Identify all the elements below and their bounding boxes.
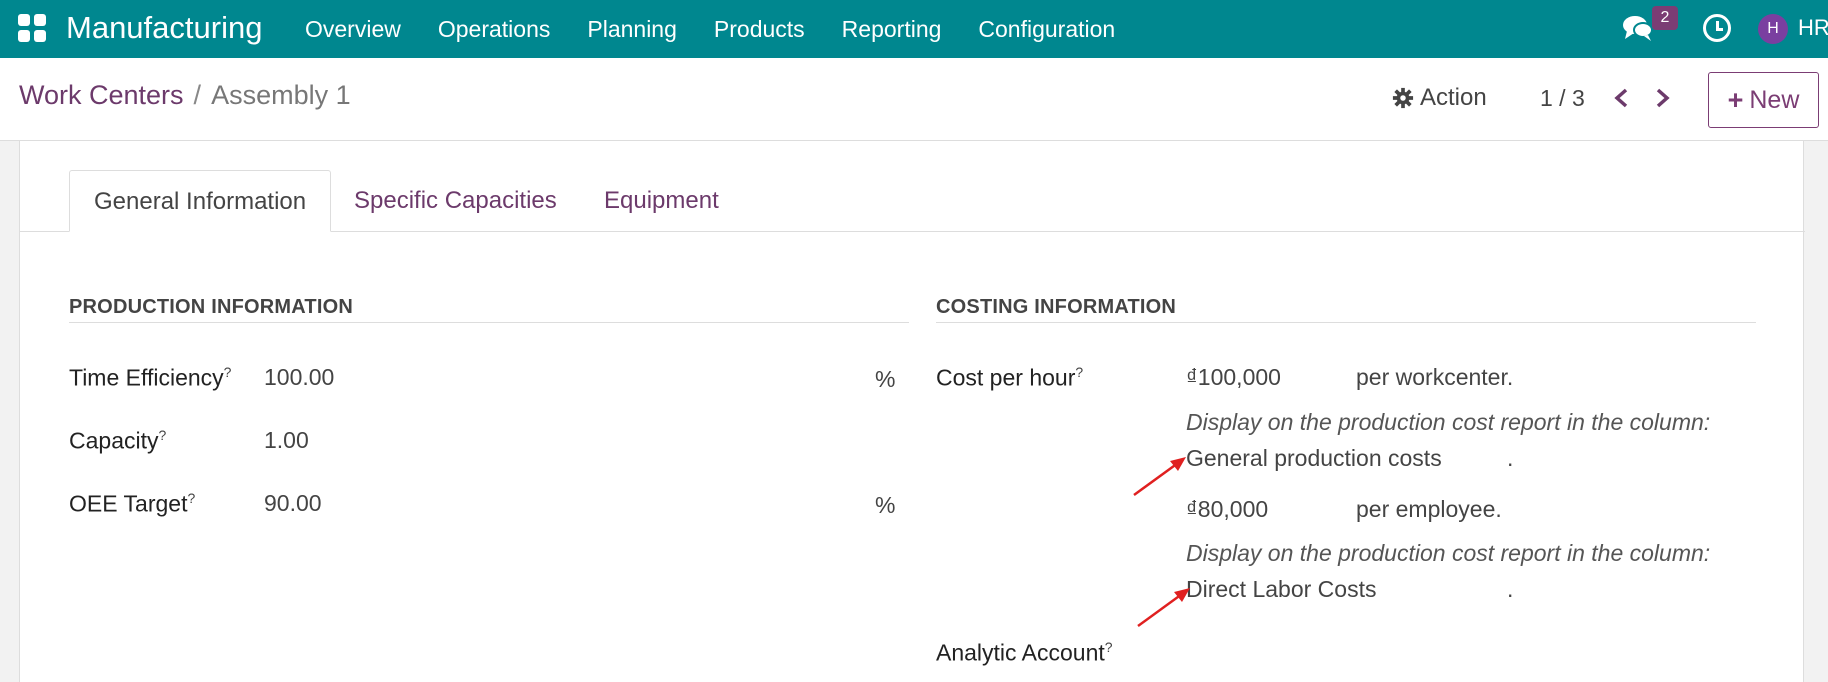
cost-per-hour-field[interactable]: ₫100,000: [1186, 364, 1281, 391]
tab-equipment[interactable]: Equipment: [580, 170, 743, 232]
menu-operations[interactable]: Operations: [438, 16, 551, 43]
notebook-tabs: General Information Specific Capacities …: [20, 170, 1805, 232]
action-button[interactable]: Action: [1392, 84, 1487, 112]
help-icon[interactable]: ?: [158, 427, 166, 443]
control-panel: Work Centers / Assembly 1 Action 1 / 3 + N…: [0, 58, 1828, 141]
breadcrumb: Work Centers / Assembly 1: [19, 80, 351, 111]
production-divider: [69, 322, 909, 323]
menu-overview[interactable]: Overview: [305, 16, 401, 43]
menu-configuration[interactable]: Configuration: [978, 16, 1115, 43]
action-label: Action: [1420, 84, 1487, 111]
help-icon[interactable]: ?: [224, 364, 232, 380]
cost-per-hour-label: Cost per hour?: [936, 364, 1084, 391]
oee-target-field[interactable]: 90.00: [264, 490, 322, 517]
help-icon[interactable]: ?: [1105, 639, 1113, 655]
capacity-label: Capacity?: [69, 427, 167, 454]
apps-grid-icon[interactable]: [18, 14, 48, 44]
costing-divider: [936, 322, 1756, 323]
gear-icon: [1392, 87, 1414, 109]
breadcrumb-current: Assembly 1: [211, 80, 351, 110]
direct-labor-column-field[interactable]: Direct Labor Costs: [1186, 576, 1376, 603]
top-navbar: Manufacturing Overview Operations Planni…: [0, 0, 1828, 58]
breadcrumb-separator: /: [193, 80, 202, 110]
app-name[interactable]: Manufacturing: [66, 10, 262, 46]
pager-value[interactable]: 1 / 3: [1540, 85, 1585, 112]
cost-report-hint-2: Display on the production cost report in…: [1186, 540, 1711, 566]
plus-icon: +: [1727, 84, 1744, 115]
clock-icon[interactable]: [1703, 14, 1731, 42]
form-sheet: General Information Specific Capacities …: [19, 141, 1805, 682]
help-icon[interactable]: ?: [187, 490, 195, 506]
chat-icon[interactable]: [1622, 14, 1654, 42]
analytic-account-label: Analytic Account?: [936, 639, 1113, 666]
column-1-period: .: [1507, 445, 1514, 471]
general-costs-column-field[interactable]: General production costs: [1186, 445, 1442, 472]
annotation-arrow-icon: [1133, 457, 1186, 497]
chat-badge: 2: [1652, 6, 1678, 30]
breadcrumb-work-centers[interactable]: Work Centers: [19, 80, 184, 110]
time-efficiency-label: Time Efficiency?: [69, 364, 232, 391]
oee-target-unit: %: [875, 492, 896, 518]
costing-section-title: COSTING INFORMATION: [936, 296, 1177, 318]
time-efficiency-field[interactable]: 100.00: [264, 364, 334, 391]
menu-reporting[interactable]: Reporting: [842, 16, 942, 43]
avatar[interactable]: H: [1758, 14, 1788, 44]
annotation-arrow-icon: [1137, 588, 1190, 628]
tab-specific-capacities[interactable]: Specific Capacities: [330, 170, 581, 232]
production-section-title: PRODUCTION INFORMATION: [69, 296, 354, 318]
user-name[interactable]: HR: [1798, 15, 1828, 41]
main-menu: Overview Operations Planning Products Re…: [305, 0, 1152, 58]
new-label: New: [1749, 85, 1800, 114]
cost-report-hint-1: Display on the production cost report in…: [1186, 409, 1711, 435]
tab-general-information[interactable]: General Information: [69, 170, 332, 232]
time-efficiency-unit: %: [875, 366, 896, 392]
menu-planning[interactable]: Planning: [587, 16, 677, 43]
chevron-right-icon[interactable]: [1652, 88, 1672, 108]
capacity-field[interactable]: 1.00: [264, 427, 309, 454]
chevron-left-icon[interactable]: [1612, 88, 1632, 108]
cost-per-hour-suffix: per workcenter.: [1356, 364, 1514, 390]
employee-cost-suffix: per employee.: [1356, 496, 1502, 522]
oee-target-label: OEE Target?: [69, 490, 196, 517]
new-button[interactable]: + New: [1708, 72, 1819, 128]
employee-cost-field[interactable]: ₫80,000: [1186, 496, 1268, 523]
menu-products[interactable]: Products: [714, 16, 805, 43]
column-2-period: .: [1507, 576, 1514, 602]
help-icon[interactable]: ?: [1075, 364, 1083, 380]
